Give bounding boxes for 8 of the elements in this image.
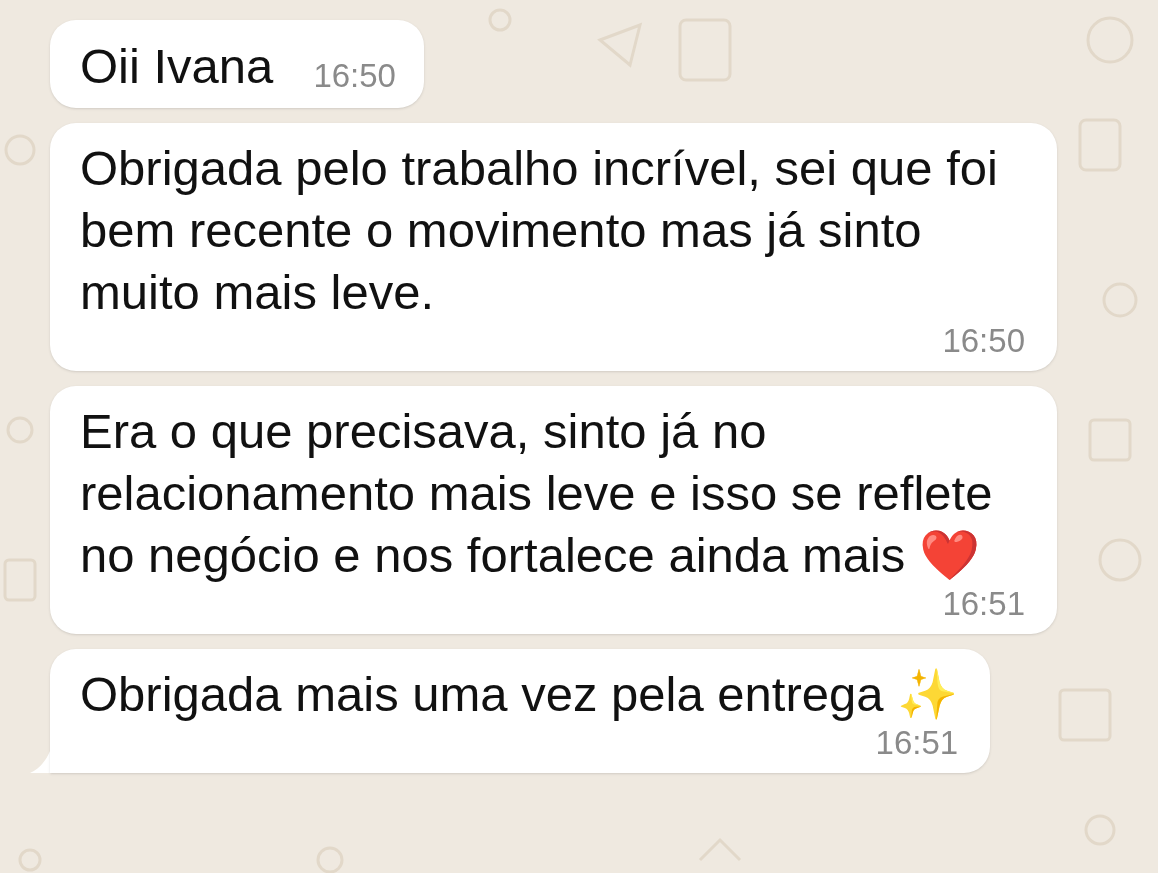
message-time: 16:50 (313, 55, 396, 96)
message-time: 16:51 (941, 584, 1025, 624)
message-text: Obrigada pelo trabalho incrível, sei que foi bem recente o movimento mas já sinto muito mais leve. (80, 140, 999, 321)
message-time: 16:51 (874, 723, 959, 763)
message-text: Obrigada mais uma vez pela entrega ✨ (80, 666, 959, 723)
message-text: Oii Ivana (80, 38, 274, 94)
message-time: 16:50 (941, 321, 1025, 361)
message-text: Era o que precisava, sinto já no relacionamento mais leve e isso se reflete no negócio e nos fortalece ainda mais ❤ (80, 403, 994, 584)
